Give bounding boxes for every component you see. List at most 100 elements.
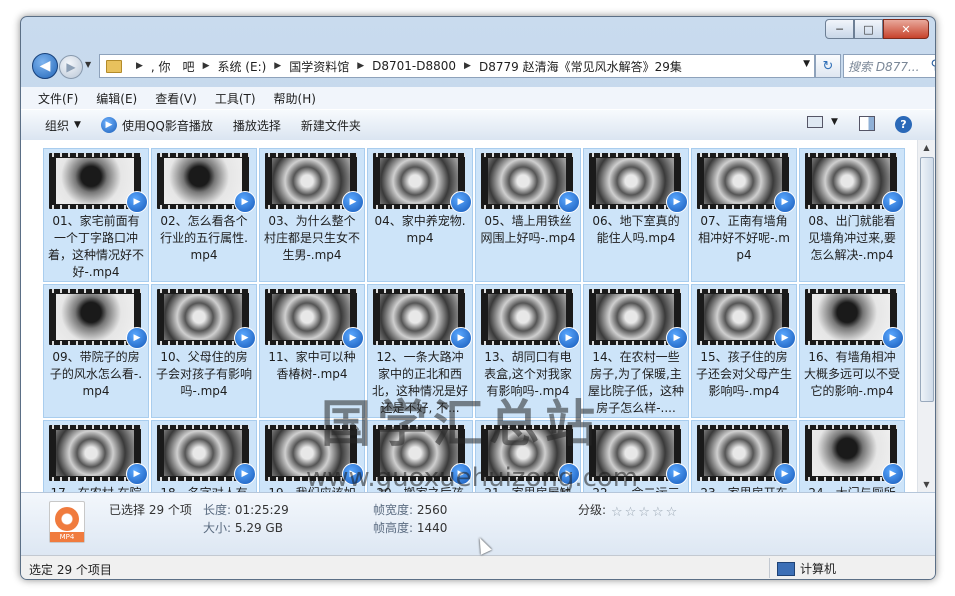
status-location-label: 计算机 — [800, 562, 837, 576]
qq-player-icon: ▶ — [342, 327, 364, 349]
status-bar: 选定 29 个项目 计算机 — [21, 555, 935, 579]
file-item[interactable]: ▶ 15、孩子住的房子还会对父母产生影响吗-.mp4 — [691, 284, 797, 418]
new-folder-label: 新建文件夹 — [300, 118, 361, 133]
search-icon[interactable]: ⚲ — [930, 58, 935, 73]
file-name-label: 01、家宅前面有一个丁字路口冲着，这种情况好不好-.mp4 — [47, 214, 144, 279]
forward-button[interactable]: ▶ — [59, 55, 83, 79]
selection-count: 已选择 29 个项 — [109, 503, 192, 517]
file-item[interactable]: ▶ 03、为什么整个村庄都是只生女不生男-.mp4 — [259, 148, 365, 282]
navigation-bar: ◀ ▶ ▼ ▶ , 你 吧 ▶ 系统 (E:) ▶ 国学资料馆 ▶ D8701-… — [29, 51, 935, 79]
chevron-right-icon[interactable]: ▶ — [274, 61, 281, 71]
qq-player-icon: ▶ — [666, 327, 688, 349]
file-name-label: 02、怎么看各个行业的五行属性.mp4 — [160, 214, 248, 262]
maximize-button[interactable]: □ — [854, 19, 883, 39]
file-item[interactable]: ▶ 16、有墙角相冲大概多远可以不受它的影响-.mp4 — [799, 284, 905, 418]
file-item[interactable]: ▶ 08、出门就能看见墙角冲过来,要怎么解决-.mp4 — [799, 148, 905, 282]
change-view-button[interactable]: ▼ — [807, 116, 838, 128]
file-item[interactable]: ▶24、大门与厕所 — [799, 420, 905, 492]
computer-icon — [777, 561, 795, 576]
qq-player-icon: ▶ — [126, 191, 148, 213]
explorer-window: ─ □ ✕ ◀ ▶ ▼ ▶ , 你 吧 ▶ 系统 (E:) ▶ 国学资料馆 ▶ … — [20, 16, 936, 580]
chevron-right-icon[interactable]: ▶ — [203, 61, 210, 71]
file-name-label: 10、父母住的房子会对孩子有影响吗-.mp4 — [155, 350, 252, 398]
status-text: 选定 29 个项目 — [29, 563, 112, 577]
watermark-url: www.guoxuehuizong.com — [306, 463, 639, 492]
menu-view[interactable]: 查看(V) — [147, 90, 205, 107]
file-item[interactable]: ▶ 06、地下室真的能住人吗.mp4 — [583, 148, 689, 282]
chevron-right-icon[interactable]: ▶ — [464, 61, 471, 71]
rating-stars[interactable]: ☆☆☆☆☆ — [611, 505, 679, 520]
file-item[interactable]: ▶17、在农村,在院 — [43, 420, 149, 492]
qq-player-icon: ▶ — [558, 191, 580, 213]
qq-player-icon: ▶ — [234, 327, 256, 349]
file-item[interactable]: ▶ 04、家中养宠物.mp4 — [367, 148, 473, 282]
video-file-icon: MP4 — [49, 501, 85, 543]
file-item[interactable]: ▶ 02、怎么看各个行业的五行属性.mp4 — [151, 148, 257, 282]
breadcrumb-item-user[interactable]: , 你 吧 — [151, 58, 195, 75]
scroll-down-icon[interactable]: ▼ — [920, 477, 933, 492]
qq-player-icon: ▶ — [882, 463, 904, 485]
file-name-label: 07、正南有墙角相冲好不好呢-.mp4 — [698, 214, 790, 262]
qq-player-icon: ▶ — [126, 327, 148, 349]
new-folder-button[interactable]: 新建文件夹 — [291, 117, 371, 134]
breadcrumb-item-range[interactable]: D8701-D8800 — [372, 59, 456, 73]
search-input[interactable]: 搜索 D877... ⚲ — [843, 54, 935, 78]
qq-player-icon: ▶ — [774, 191, 796, 213]
file-item[interactable]: ▶ 07、正南有墙角相冲好不好呢-.mp4 — [691, 148, 797, 282]
chevron-right-icon[interactable]: ▶ — [136, 61, 143, 71]
frame-width-field: 帧宽度: 2560 — [373, 501, 447, 518]
length-label: 长度: — [203, 503, 232, 517]
breadcrumb-item-current[interactable]: D8779 赵清海《常见风水解答》29集 — [479, 58, 682, 75]
file-item[interactable]: ▶ 05、墙上用铁丝网围上好吗-.mp4 — [475, 148, 581, 282]
back-button[interactable]: ◀ — [32, 53, 58, 79]
close-button[interactable]: ✕ — [883, 19, 929, 39]
preview-pane-button[interactable] — [859, 116, 875, 131]
size-label: 大小: — [203, 521, 232, 535]
help-icon: ? — [895, 116, 912, 133]
file-item[interactable]: ▶18、名字对人有 — [151, 420, 257, 492]
address-bar[interactable]: ▶ , 你 吧 ▶ 系统 (E:) ▶ 国学资料馆 ▶ D8701-D8800 … — [99, 54, 815, 78]
menu-file[interactable]: 文件(F) — [30, 90, 86, 107]
file-name-label: 11、家中可以种香椿树-.mp4 — [268, 350, 356, 381]
status-location: 计算机 — [777, 560, 836, 577]
file-name-label: 06、地下室真的能住人吗.mp4 — [592, 214, 680, 245]
view-icon — [807, 116, 823, 128]
file-item[interactable]: ▶23、家里房开东 — [691, 420, 797, 492]
scroll-up-icon[interactable]: ▲ — [920, 140, 933, 155]
play-with-qq-button[interactable]: ▶ 使用QQ影音播放 — [91, 117, 223, 134]
address-dropdown-icon[interactable]: ▼ — [803, 59, 810, 69]
recent-pages-dropdown-icon[interactable]: ▼ — [85, 60, 91, 69]
qq-player-icon: ▶ — [882, 191, 904, 213]
chevron-right-icon[interactable]: ▶ — [357, 61, 364, 71]
file-item[interactable]: ▶ 10、父母住的房子会对孩子有影响吗-.mp4 — [151, 284, 257, 418]
play-selection-button[interactable]: 播放选择 — [223, 117, 291, 134]
file-item[interactable]: ▶ 09、带院子的房子的风水怎么看-.mp4 — [43, 284, 149, 418]
chevron-down-icon[interactable]: ▼ — [831, 117, 838, 127]
qq-player-icon: ▶ — [234, 463, 256, 485]
breadcrumb-item-drive[interactable]: 系统 (E:) — [217, 58, 266, 75]
file-name-label: 04、家中养宠物.mp4 — [374, 214, 466, 245]
file-name-label: 08、出门就能看见墙角冲过来,要怎么解决-.mp4 — [808, 214, 896, 262]
menu-help[interactable]: 帮助(H) — [266, 90, 324, 107]
frame-width-value: 2560 — [416, 503, 448, 517]
file-item[interactable]: ▶ 01、家宅前面有一个丁字路口冲着，这种情况好不好-.mp4 — [43, 148, 149, 282]
organize-button[interactable]: 组织 ▼ — [35, 117, 91, 134]
breadcrumb: ▶ , 你 吧 ▶ 系统 (E:) ▶ 国学资料馆 ▶ D8701-D8800 … — [128, 58, 682, 75]
file-list: ▶ 01、家宅前面有一个丁字路口冲着，这种情况好不好-.mp4 ▶ 02、怎么看各个行… — [21, 140, 935, 492]
length-field: 长度: 01:25:29 — [203, 501, 289, 518]
file-name-label: 18、名字对人有 — [155, 485, 253, 492]
minimize-button[interactable]: ─ — [825, 19, 854, 39]
menu-edit[interactable]: 编辑(E) — [88, 90, 145, 107]
refresh-button[interactable]: ↻ — [815, 54, 841, 78]
vertical-scrollbar[interactable]: ▲ ▼ — [917, 140, 935, 492]
qq-player-icon: ▶ — [666, 463, 688, 485]
menu-tools[interactable]: 工具(T) — [207, 90, 264, 107]
breadcrumb-item-library[interactable]: 国学资料馆 — [289, 58, 349, 75]
qq-player-icon: ▶ — [342, 191, 364, 213]
qq-player-icon: ▶ — [450, 327, 472, 349]
qq-player-icon: ▶ — [450, 191, 472, 213]
help-button[interactable]: ? — [895, 116, 912, 133]
scrollbar-thumb[interactable] — [920, 157, 934, 402]
size-field: 大小: 5.29 GB — [203, 519, 283, 536]
preview-pane-icon — [859, 116, 875, 131]
